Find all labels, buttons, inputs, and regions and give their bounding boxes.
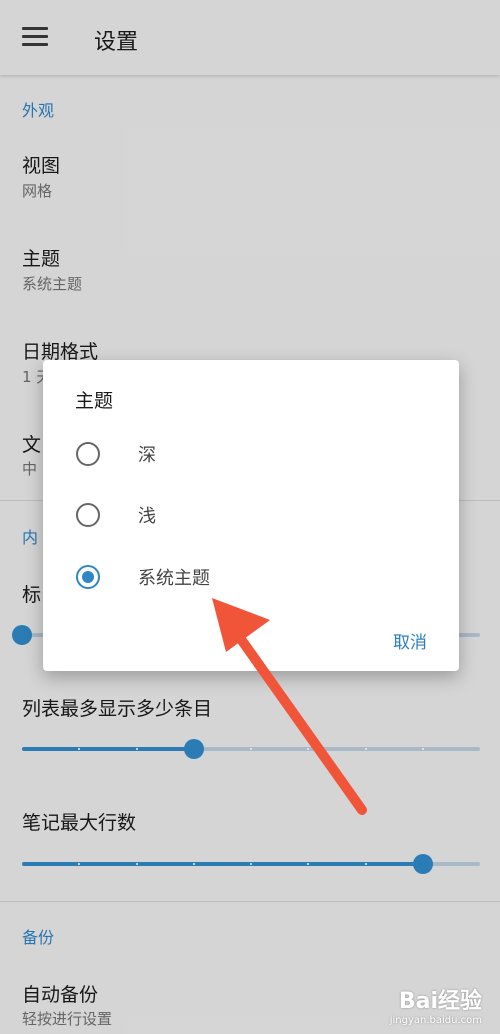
option-label: 浅 [138, 506, 156, 527]
radio-button[interactable] [76, 503, 100, 527]
watermark-logo: Bai经验 [398, 989, 482, 1014]
watermark: Bai经验 jingyan.baidu.com [390, 983, 482, 1026]
watermark-url: jingyan.baidu.com [389, 1015, 482, 1026]
option-label: 系统主题 [138, 568, 210, 589]
option-label: 深 [138, 445, 156, 466]
theme-option-dark[interactable]: 深 [43, 426, 459, 482]
theme-option-system[interactable]: 系统主题 [43, 549, 459, 605]
radio-selected-dot [82, 571, 94, 583]
theme-dialog: 主题 深 浅 系统主题 取消 [43, 360, 459, 671]
radio-button[interactable] [76, 442, 100, 466]
radio-button[interactable] [76, 565, 100, 589]
cancel-button[interactable]: 取消 [393, 628, 427, 653]
theme-option-light[interactable]: 浅 [43, 487, 459, 543]
dialog-title: 主题 [75, 390, 114, 412]
